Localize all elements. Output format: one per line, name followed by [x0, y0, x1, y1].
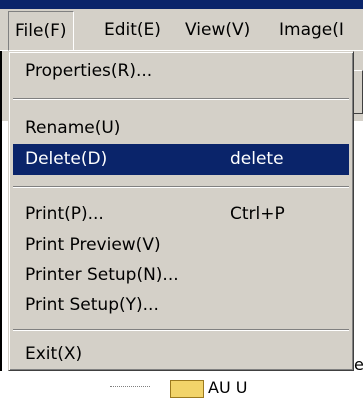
- menu-item-shortcut: Ctrl+P: [230, 204, 285, 224]
- menu-image[interactable]: Image(I: [279, 9, 344, 51]
- menu-item-print-preview[interactable]: Print Preview(V): [13, 230, 349, 261]
- menu-item-label: Exit(X): [25, 344, 83, 364]
- menu-item-label: Print(P)...: [25, 204, 104, 224]
- menu-item-print-setup[interactable]: Print Setup(Y)...: [13, 290, 349, 321]
- menu-separator: [13, 186, 349, 188]
- menu-separator: [13, 329, 349, 331]
- menu-item-label: Delete(D): [25, 149, 108, 169]
- menu-item-print[interactable]: Print(P)... Ctrl+P: [13, 199, 349, 230]
- menu-item-shortcut: delete: [230, 149, 284, 169]
- menu-bar: File(F) Edit(E) View(V) Image(I: [0, 9, 363, 51]
- menu-item-label: Rename(U): [25, 118, 121, 138]
- menu-item-label: Print Preview(V): [25, 235, 161, 255]
- menu-edit[interactable]: Edit(E): [104, 9, 161, 51]
- menu-item-label: Printer Setup(N)...: [25, 265, 179, 285]
- menu-item-label: Print Setup(Y)...: [25, 295, 159, 315]
- menu-view[interactable]: View(V): [185, 9, 250, 51]
- window-left-border: [0, 51, 2, 398]
- menu-item-delete[interactable]: Delete(D) delete: [13, 144, 349, 175]
- menu-file[interactable]: File(F): [8, 11, 74, 51]
- menu-item-properties[interactable]: Properties(R)...: [13, 56, 349, 87]
- tree-connector: [110, 386, 150, 388]
- folder-icon: [170, 380, 204, 398]
- tree-item-label[interactable]: AU U: [208, 378, 247, 397]
- file-dropdown-menu: Properties(R)... Rename(U) Delete(D) del…: [8, 51, 354, 371]
- menu-item-label: Properties(R)...: [25, 61, 153, 81]
- menu-item-rename[interactable]: Rename(U): [13, 113, 349, 144]
- menu-item-exit[interactable]: Exit(X): [13, 339, 349, 370]
- menu-item-printer-setup[interactable]: Printer Setup(N)...: [13, 260, 349, 291]
- title-bar-strip: [0, 0, 363, 9]
- menu-separator: [13, 98, 349, 100]
